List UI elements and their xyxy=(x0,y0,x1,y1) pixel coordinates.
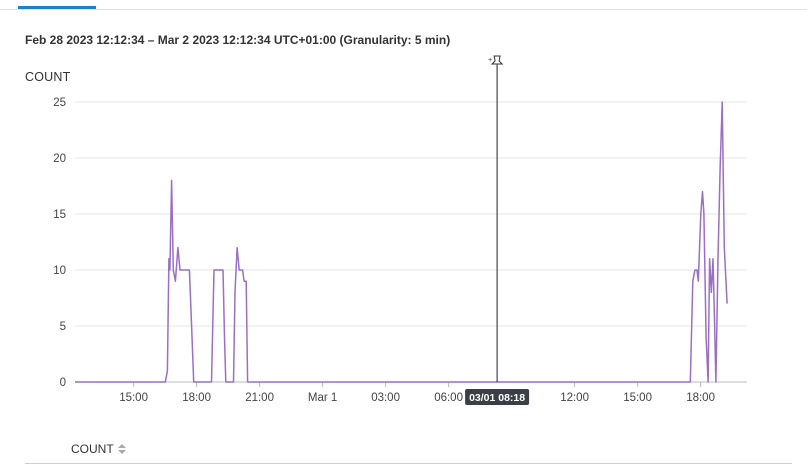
table-column-header[interactable]: COUNT xyxy=(71,442,126,456)
sort-icon[interactable] xyxy=(117,443,126,455)
y-tick-5: 5 xyxy=(60,321,66,333)
x-tick-1: 18:00 xyxy=(182,392,211,404)
x-tick-7: 15:00 xyxy=(623,392,652,404)
x-tick-0: 15:00 xyxy=(119,392,148,404)
x-tick-6: 12:00 xyxy=(560,392,589,404)
svg-text:+: + xyxy=(488,57,492,64)
x-tick-8: 18:00 xyxy=(686,392,715,404)
y-tick-labels: 0 5 10 15 20 25 xyxy=(53,97,66,389)
series-group xyxy=(75,101,728,383)
x-tick-2: 21:00 xyxy=(245,392,274,404)
x-tick-5: 06:00 xyxy=(434,392,463,404)
y-tick-15: 15 xyxy=(53,209,66,221)
series-line-0 xyxy=(75,101,728,383)
cursor-label: 03/01 08:18 xyxy=(469,392,525,404)
x-tick-4: 03:00 xyxy=(371,392,400,404)
x-tick-labels: 15:00 18:00 21:00 Mar 1 03:00 06:00 12:00 15:00… xyxy=(119,392,715,404)
pin-icon[interactable]: + xyxy=(488,55,504,68)
y-tick-10: 10 xyxy=(53,265,66,277)
y-tick-20: 20 xyxy=(53,153,66,165)
column-label: COUNT xyxy=(71,442,114,456)
x-tick-3: Mar 1 xyxy=(308,392,337,404)
y-tick-25: 25 xyxy=(53,97,66,109)
time-cursor[interactable]: + 03/01 08:18 xyxy=(465,55,530,405)
count-chart[interactable]: 0 5 10 15 20 25 15:00 18:00 21:00 Mar 1 03:00 06:0… xyxy=(0,0,807,464)
y-tick-0: 0 xyxy=(60,377,66,389)
grid-lines xyxy=(75,101,747,387)
